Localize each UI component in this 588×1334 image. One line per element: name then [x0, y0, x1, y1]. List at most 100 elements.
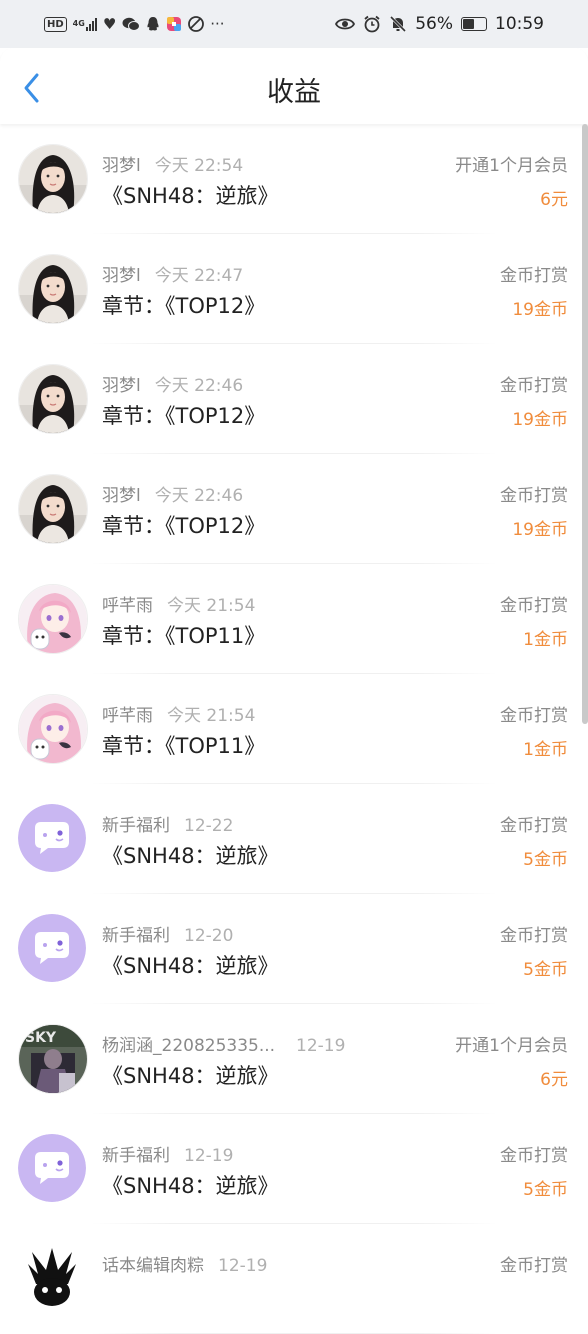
user-name: 杨润涵_220825335... — [102, 1036, 276, 1056]
earnings-row[interactable]: 新手福利 12-20 《SNH48：逆旅》 金币打赏 5金币 — [0, 894, 588, 1004]
mute-icon — [389, 15, 407, 33]
eye-icon — [335, 17, 356, 31]
earning-type: 金币打赏 — [500, 1146, 568, 1166]
avatar[interactable]: SKY — [18, 1024, 88, 1094]
qq-icon — [146, 16, 160, 32]
earning-amount: 6元 — [540, 190, 568, 210]
earning-amount: 19金币 — [512, 410, 568, 430]
svg-text:SKY: SKY — [25, 1030, 57, 1046]
user-name: 呼芊雨 — [102, 706, 153, 726]
earning-amount: 19金币 — [512, 300, 568, 320]
earning-type: 金币打赏 — [500, 926, 568, 946]
photo-avatar-image — [19, 255, 87, 323]
earning-type: 金币打赏 — [500, 1256, 568, 1276]
user-name: 新手福利 — [102, 816, 170, 836]
user-line: 羽梦l 今天 22:47 — [102, 261, 243, 286]
chat-bubble-icon — [18, 914, 86, 982]
alarm-icon — [363, 15, 381, 33]
page-title: 收益 — [267, 77, 321, 108]
user-name: 羽梦l — [102, 376, 141, 396]
earnings-row[interactable]: 新手福利 12-22 《SNH48：逆旅》 金币打赏 5金币 — [0, 784, 588, 894]
record-time: 12-19 — [184, 1146, 234, 1166]
more-icon: ··· — [210, 14, 225, 33]
user-line: 羽梦l 今天 22:46 — [102, 481, 243, 506]
earning-type: 金币打赏 — [500, 816, 568, 836]
earning-type: 金币打赏 — [500, 486, 568, 506]
earnings-row[interactable]: 羽梦l 今天 22:46 章节：《TOP12》 金币打赏 19金币 — [0, 344, 588, 454]
earning-amount: 19金币 — [512, 520, 568, 540]
earnings-row[interactable]: 羽梦l 今天 22:47 章节：《TOP12》 金币打赏 19金币 — [0, 234, 588, 344]
avatar[interactable] — [18, 804, 86, 872]
chat-bubble-icon — [18, 1134, 86, 1202]
earnings-row[interactable]: 话本编辑肉粽 12-19 金币打赏 — [0, 1224, 588, 1334]
photo-avatar-image — [19, 145, 87, 213]
avatar[interactable] — [18, 694, 88, 764]
top-nav-bar: 收益 — [0, 48, 588, 124]
user-line: 新手福利 12-22 — [102, 811, 233, 836]
earnings-row[interactable]: 呼芊雨 今天 21:54 章节：《TOP11》 金币打赏 1金币 — [0, 674, 588, 784]
earnings-row[interactable]: 呼芊雨 今天 21:54 章节：《TOP11》 金币打赏 1金币 — [0, 564, 588, 674]
earnings-row[interactable]: SKY 杨润涵_220825335... 12-19 《SNH48：逆旅》 开通1… — [0, 1004, 588, 1114]
avatar[interactable] — [18, 1134, 86, 1202]
earnings-list: 羽梦l 今天 22:54 《SNH48：逆旅》 开通1个月会员 6元 羽梦l 今天 … — [0, 124, 588, 1334]
avatar[interactable] — [18, 1244, 86, 1312]
book-title: 章节：《TOP12》 — [102, 294, 266, 318]
user-line: 新手福利 12-19 — [102, 1141, 233, 1166]
earning-amount: 5金币 — [523, 1180, 568, 1200]
record-time: 12-22 — [184, 816, 234, 836]
heart-rate-icon: ♥ — [102, 14, 117, 33]
avatar[interactable] — [18, 584, 88, 654]
book-title: 《SNH48：逆旅》 — [102, 954, 279, 978]
scrollbar[interactable] — [582, 124, 588, 724]
earning-amount: 5金币 — [523, 960, 568, 980]
record-time: 今天 22:46 — [154, 486, 244, 506]
record-time: 今天 22:54 — [154, 156, 244, 176]
photo-avatar-image: SKY — [19, 1025, 87, 1093]
earnings-row[interactable]: 羽梦l 今天 22:54 《SNH48：逆旅》 开通1个月会员 6元 — [0, 124, 588, 234]
avatar[interactable] — [18, 914, 86, 982]
battery-percent: 56% — [415, 14, 453, 34]
user-line: 羽梦l 今天 22:46 — [102, 371, 243, 396]
earnings-row[interactable]: 羽梦l 今天 22:46 章节：《TOP12》 金币打赏 19金币 — [0, 454, 588, 564]
wechat-icon — [122, 17, 141, 32]
user-line: 新手福利 12-20 — [102, 921, 233, 946]
anime-avatar-image — [19, 585, 87, 653]
status-right-icons: 56% 10:59 — [335, 0, 544, 48]
avatar[interactable] — [18, 144, 88, 214]
record-time: 12-19 — [218, 1256, 268, 1276]
user-name: 羽梦l — [102, 156, 141, 176]
record-time: 12-19 — [296, 1036, 346, 1056]
network-label: 4G — [72, 19, 85, 28]
anime-avatar-image — [19, 695, 87, 763]
user-name: 话本编辑肉粽 — [102, 1256, 204, 1276]
user-name: 羽梦l — [102, 486, 141, 506]
user-line: 呼芊雨 今天 21:54 — [102, 591, 255, 616]
chat-bubble-icon — [18, 804, 86, 872]
earning-amount: 1金币 — [523, 740, 568, 760]
cartoon-avatar-image — [18, 1244, 86, 1312]
status-time: 10:59 — [495, 14, 544, 34]
book-title: 《SNH48：逆旅》 — [102, 844, 279, 868]
browser-icon — [188, 16, 205, 32]
user-name: 新手福利 — [102, 926, 170, 946]
user-line: 杨润涵_220825335... 12-19 — [102, 1031, 345, 1056]
user-name: 羽梦l — [102, 266, 141, 286]
book-title: 章节：《TOP11》 — [102, 624, 266, 648]
earning-type: 金币打赏 — [500, 376, 568, 396]
avatar[interactable] — [18, 364, 88, 434]
signal-icon: 4G — [73, 17, 97, 31]
user-line: 话本编辑肉粽 12-19 — [102, 1251, 267, 1276]
app-icon — [166, 16, 182, 32]
book-title: 《SNH48：逆旅》 — [102, 1064, 279, 1088]
user-name: 新手福利 — [102, 1146, 170, 1166]
book-title: 章节：《TOP11》 — [102, 734, 266, 758]
avatar[interactable] — [18, 474, 88, 544]
avatar[interactable] — [18, 254, 88, 324]
earnings-row[interactable]: 新手福利 12-19 《SNH48：逆旅》 金币打赏 5金币 — [0, 1114, 588, 1224]
earning-type: 开通1个月会员 — [455, 1036, 568, 1056]
record-time: 12-20 — [184, 926, 234, 946]
record-time: 今天 22:47 — [154, 266, 244, 286]
user-line: 呼芊雨 今天 21:54 — [102, 701, 255, 726]
photo-avatar-image — [19, 475, 87, 543]
earning-type: 金币打赏 — [500, 706, 568, 726]
